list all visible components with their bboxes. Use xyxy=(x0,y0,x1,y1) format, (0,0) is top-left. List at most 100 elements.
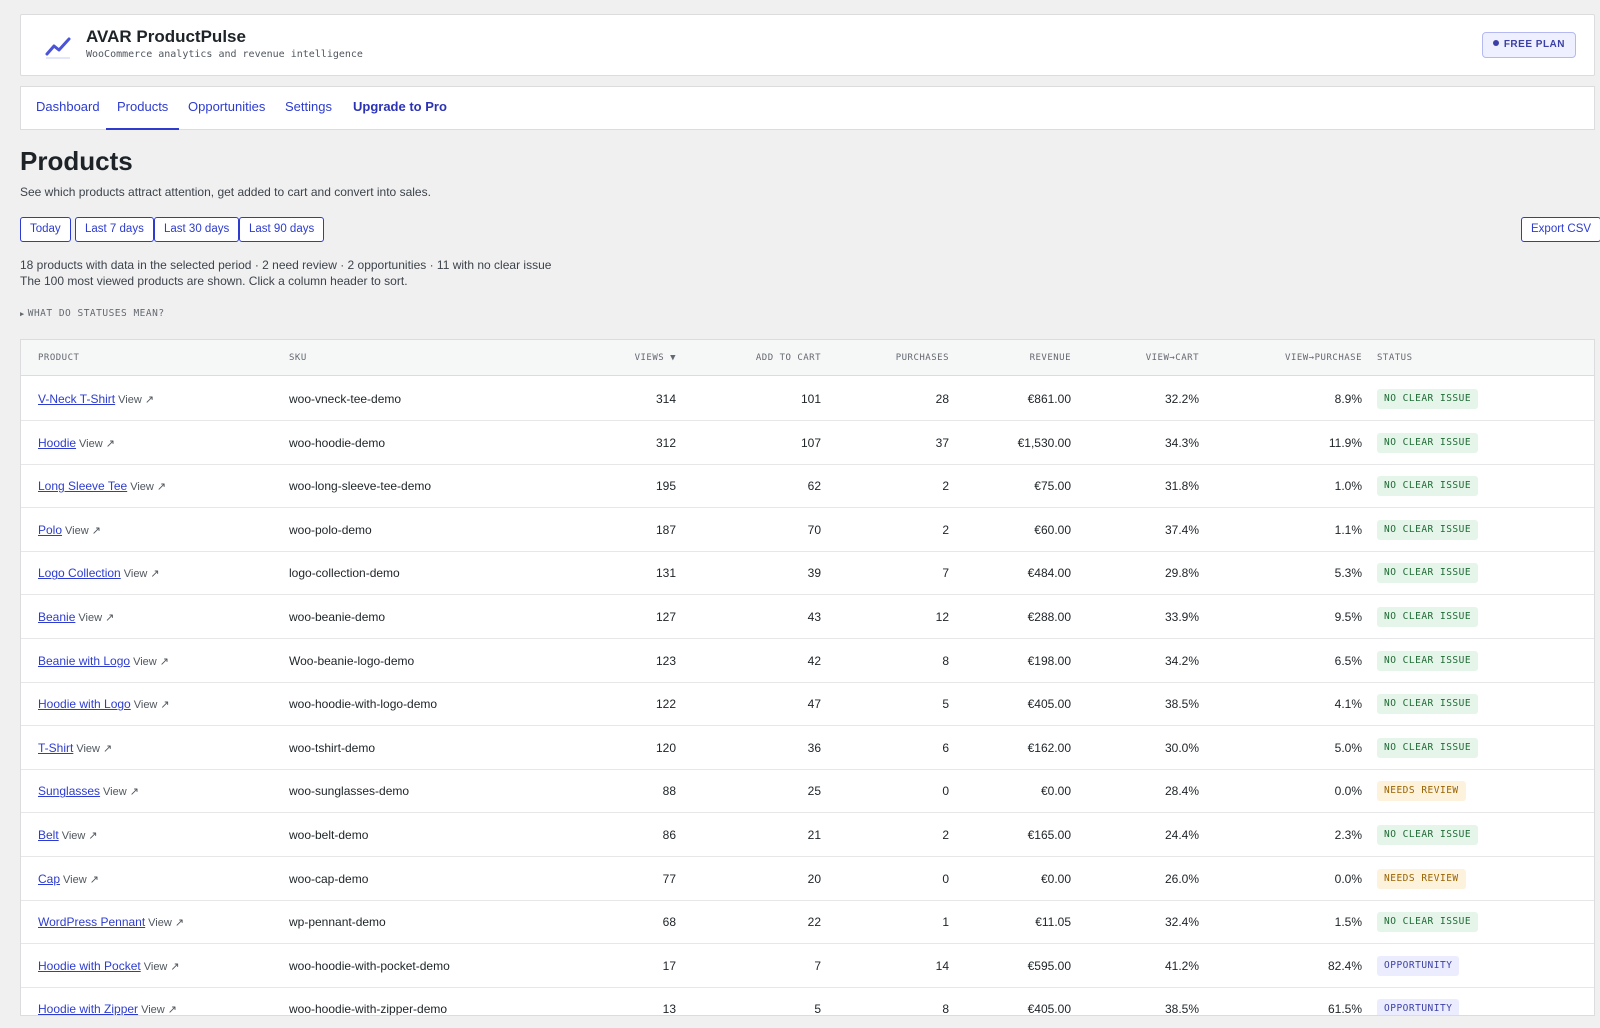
view-cart-cell: 38.5% xyxy=(1164,1002,1199,1016)
sku-cell: woo-sunglasses-demo xyxy=(289,784,410,799)
range-today-button[interactable]: Today xyxy=(20,217,71,242)
sku-cell: woo-hoodie-with-pocket-demo xyxy=(289,958,450,973)
purchases-cell: 8 xyxy=(942,1002,949,1016)
product-link[interactable]: Sunglasses xyxy=(38,784,100,798)
product-link[interactable]: Hoodie xyxy=(38,436,76,450)
status-badge: NEEDS REVIEW xyxy=(1377,781,1466,802)
product-link[interactable]: V-Neck T-Shirt xyxy=(38,392,115,406)
col-sku[interactable]: SKU xyxy=(289,353,307,363)
sku-cell: woo-hoodie-with-logo-demo xyxy=(289,697,438,712)
view-product-link[interactable]: View ↗ xyxy=(118,394,154,406)
view-product-link[interactable]: View ↗ xyxy=(141,1004,177,1015)
view-cart-cell: 31.8% xyxy=(1164,479,1199,494)
purchases-cell: 14 xyxy=(935,958,949,973)
revenue-cell: €405.00 xyxy=(1027,1002,1071,1016)
status-badge: NO CLEAR ISSUE xyxy=(1377,476,1479,497)
revenue-cell: €75.00 xyxy=(1034,479,1071,494)
view-purchase-cell: 1.0% xyxy=(1334,479,1362,494)
product-link[interactable]: Beanie xyxy=(38,610,75,624)
tab-upgrade-to-pro[interactable]: Upgrade to Pro xyxy=(342,87,458,130)
views-cell: 68 xyxy=(662,915,676,930)
view-product-link[interactable]: View ↗ xyxy=(133,656,169,668)
range-90-days-button[interactable]: Last 90 days xyxy=(239,217,325,242)
view-product-link[interactable]: View ↗ xyxy=(65,525,101,537)
purchases-cell: 7 xyxy=(942,566,949,581)
product-link[interactable]: Belt xyxy=(38,828,59,842)
tab-settings[interactable]: Settings xyxy=(274,87,343,130)
view-product-link[interactable]: View ↗ xyxy=(79,438,115,450)
view-purchase-cell: 8.9% xyxy=(1334,392,1362,406)
product-link[interactable]: WordPress Pennant xyxy=(38,915,145,929)
view-product-link[interactable]: View ↗ xyxy=(130,481,166,493)
view-cart-cell: 38.5% xyxy=(1164,697,1199,712)
col-view-purchase[interactable]: VIEW→PURCHASE xyxy=(1285,353,1362,363)
col-add-to-cart[interactable]: ADD TO CART xyxy=(756,353,821,363)
views-cell: 17 xyxy=(662,958,676,973)
col-views[interactable]: VIEWS ▼ xyxy=(635,353,676,363)
view-purchase-cell: 1.1% xyxy=(1334,522,1362,537)
add-to-cart-cell: 47 xyxy=(807,697,821,712)
view-product-link[interactable]: View ↗ xyxy=(103,786,139,798)
revenue-cell: €165.00 xyxy=(1027,828,1071,842)
view-product-link[interactable]: View ↗ xyxy=(144,961,180,973)
add-to-cart-cell: 62 xyxy=(807,479,821,494)
product-link[interactable]: T-Shirt xyxy=(38,741,73,755)
view-cart-cell: 37.4% xyxy=(1164,522,1199,537)
add-to-cart-cell: 25 xyxy=(807,784,821,799)
sku-cell: woo-long-sleeve-tee-demo xyxy=(289,479,432,494)
tab-opportunities[interactable]: Opportunities xyxy=(177,87,276,130)
col-product[interactable]: PRODUCT xyxy=(38,353,79,363)
col-revenue[interactable]: REVENUE xyxy=(1030,353,1071,363)
product-link[interactable]: Beanie with Logo xyxy=(38,654,130,668)
add-to-cart-cell: 101 xyxy=(800,392,821,406)
table-row: Hoodie View ↗ woo-hoodie-demo 312 107 37 €1,53… xyxy=(21,421,1594,465)
product-link[interactable]: Hoodie with Pocket xyxy=(38,959,141,973)
status-badge: NO CLEAR ISSUE xyxy=(1377,519,1479,540)
sku-cell: wp-pennant-demo xyxy=(289,915,386,930)
tab-dashboard[interactable]: Dashboard xyxy=(25,87,111,130)
view-product-link[interactable]: View ↗ xyxy=(78,612,114,624)
status-badge: NO CLEAR ISSUE xyxy=(1377,432,1479,453)
product-link[interactable]: Logo Collection xyxy=(38,566,121,580)
product-link[interactable]: Polo xyxy=(38,523,62,537)
status-badge: NEEDS REVIEW xyxy=(1377,868,1466,889)
revenue-cell: €11.05 xyxy=(1035,915,1071,930)
table-row: Hoodie with Logo View ↗ woo-hoodie-with-lo… xyxy=(21,682,1594,727)
view-cart-cell: 29.8% xyxy=(1164,566,1199,581)
page-description: See which products attract attention, ge… xyxy=(20,185,431,199)
view-product-link[interactable]: View ↗ xyxy=(76,743,112,755)
sku-cell: woo-cap-demo xyxy=(289,871,369,886)
product-cell: Beanie View ↗ xyxy=(38,610,114,624)
view-product-link[interactable]: View ↗ xyxy=(62,830,98,842)
product-link[interactable]: Cap xyxy=(38,872,60,886)
statuses-disclosure[interactable]: ▶ WHAT DO STATUSES MEAN? xyxy=(20,308,165,319)
product-cell: Hoodie with Logo View ↗ xyxy=(38,697,170,711)
col-view-cart[interactable]: VIEW→CART xyxy=(1146,353,1199,363)
views-cell: 187 xyxy=(655,522,676,537)
view-cart-cell: 32.2% xyxy=(1164,392,1199,406)
range-30-days-button[interactable]: Last 30 days xyxy=(154,217,240,242)
sku-cell: woo-hoodie-demo xyxy=(289,435,386,450)
status-badge: NO CLEAR ISSUE xyxy=(1377,912,1479,933)
view-product-link[interactable]: View ↗ xyxy=(148,917,184,929)
product-cell: Long Sleeve Tee View ↗ xyxy=(38,479,166,493)
view-purchase-cell: 2.3% xyxy=(1334,828,1362,842)
view-product-link[interactable]: View ↗ xyxy=(134,699,170,711)
table-row: Polo View ↗ woo-polo-demo 187 70 2 €60.00 37.4%… xyxy=(21,508,1594,552)
view-purchase-cell: 0.0% xyxy=(1334,784,1362,799)
export-csv-button[interactable]: Export CSV xyxy=(1521,217,1600,242)
view-product-link[interactable]: View ↗ xyxy=(124,568,160,580)
tab-products[interactable]: Products xyxy=(106,87,180,130)
view-purchase-cell: 61.5% xyxy=(1327,1002,1362,1016)
range-7-days-button[interactable]: Last 7 days xyxy=(75,217,154,242)
view-cart-cell: 34.3% xyxy=(1164,435,1199,450)
sku-cell: Woo-beanie-logo-demo xyxy=(289,653,415,668)
col-purchases[interactable]: PURCHASES xyxy=(896,353,949,363)
product-link[interactable]: Hoodie with Logo xyxy=(38,697,131,711)
view-product-link[interactable]: View ↗ xyxy=(63,874,99,886)
product-cell: Hoodie View ↗ xyxy=(38,436,115,450)
product-link[interactable]: Hoodie with Zipper xyxy=(38,1002,138,1015)
product-link[interactable]: Long Sleeve Tee xyxy=(38,479,127,493)
plan-badge-label: FREE PLAN xyxy=(1503,39,1565,50)
col-status[interactable]: STATUS xyxy=(1377,353,1413,363)
